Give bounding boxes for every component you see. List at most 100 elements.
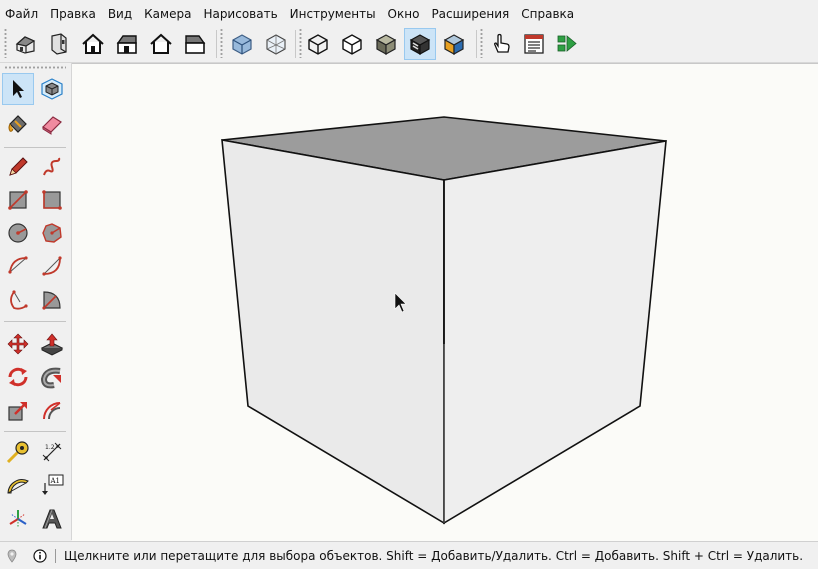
arc-icon: [8, 256, 28, 274]
menu-extensions[interactable]: Расширения: [425, 0, 515, 26]
model-viewport[interactable]: [72, 63, 818, 541]
back-view-button[interactable]: [145, 28, 177, 60]
xray-style-button[interactable]: [226, 28, 258, 60]
animation-play-icon: [557, 35, 577, 52]
text-label-icon: A1: [42, 474, 64, 495]
palette-separator: [4, 147, 66, 148]
palette-separator: [4, 431, 66, 432]
svg-text:1.2: 1.2: [45, 444, 55, 451]
toolbar-grip[interactable]: [4, 28, 7, 58]
shaded-textures-style-icon: [375, 34, 397, 56]
rotate-tool-button[interactable]: [2, 361, 34, 393]
rotated-rectangle-tool-button[interactable]: [36, 184, 68, 216]
menu-tools[interactable]: Инструменты: [284, 0, 382, 26]
animation-play-button[interactable]: [551, 28, 583, 60]
status-bar: Щелкните или перетащите для выбора объек…: [0, 541, 818, 569]
select-arrow-icon: [13, 80, 24, 98]
cube-model[interactable]: [72, 64, 818, 541]
select-tool-button[interactable]: [2, 73, 34, 105]
scale-icon: [8, 402, 27, 421]
offset-icon: [43, 402, 61, 420]
color-by-layer-style-button[interactable]: [438, 28, 470, 60]
cube-left-face[interactable]: [221, 139, 445, 525]
menu-help[interactable]: Справка: [515, 0, 580, 26]
geolocation-icon[interactable]: [5, 549, 19, 563]
two-point-arc-tool-button[interactable]: [36, 250, 68, 282]
palette-separator: [4, 321, 66, 322]
monochrome-style-button[interactable]: [404, 28, 436, 60]
protractor-icon: [7, 479, 29, 494]
polygon-tool-button[interactable]: [36, 217, 68, 249]
front-view-button[interactable]: [77, 28, 109, 60]
monochrome-style-icon: [409, 34, 431, 56]
left-view-icon: [185, 35, 206, 54]
pencil-icon: [9, 157, 28, 176]
paint-bucket-tool-button[interactable]: [2, 108, 34, 140]
menu-window[interactable]: Окно: [382, 0, 426, 26]
component-icon: [41, 78, 63, 100]
menu-camera[interactable]: Камера: [138, 0, 197, 26]
menu-draw[interactable]: Нарисовать: [197, 0, 283, 26]
eraser-tool-button[interactable]: [36, 108, 68, 140]
protractor-tool-button[interactable]: [2, 469, 34, 501]
text-tool-button[interactable]: A1: [36, 469, 68, 501]
tape-measure-icon: [6, 441, 29, 464]
generate-report-icon: [524, 34, 544, 54]
left-view-button[interactable]: [179, 28, 211, 60]
dimension-icon: 1.2: [42, 442, 62, 462]
circle-icon: [8, 223, 28, 243]
status-divider: [55, 548, 56, 563]
menu-edit[interactable]: Правка: [44, 0, 102, 26]
arc-tool-button[interactable]: [2, 250, 34, 282]
toolbar-grip[interactable]: [480, 28, 483, 58]
info-icon[interactable]: [33, 548, 47, 563]
three-point-arc-icon: [10, 290, 28, 310]
generate-report-button[interactable]: [518, 28, 550, 60]
three-point-arc-tool-button[interactable]: [2, 284, 34, 316]
make-component-tool-button[interactable]: [36, 73, 68, 105]
eraser-icon: [42, 116, 62, 135]
dimension-tool-button[interactable]: 1.2: [36, 436, 68, 468]
follow-me-tool-button[interactable]: [36, 361, 68, 393]
toolbar-separator: [216, 30, 217, 58]
wireframe-style-button[interactable]: [260, 28, 292, 60]
rotate-icon: [8, 367, 28, 387]
hidden-line-style-icon: [308, 34, 328, 55]
front-view-icon: [82, 33, 104, 54]
toolbar-grip[interactable]: [220, 28, 223, 58]
pie-tool-button[interactable]: [36, 284, 68, 316]
main-toolbar: [0, 26, 818, 63]
palette-grip[interactable]: [4, 66, 66, 69]
toolbar-separator: [295, 30, 296, 58]
freehand-tool-button[interactable]: [36, 151, 68, 183]
iso-view-button[interactable]: [10, 28, 42, 60]
rectangle-tool-button[interactable]: [2, 184, 34, 216]
rotated-rectangle-icon: [42, 190, 62, 210]
iso-view-icon: [15, 36, 36, 54]
axes-tool-button[interactable]: [2, 503, 34, 535]
shaded-style-button[interactable]: [336, 28, 368, 60]
back-view-icon: [150, 33, 172, 54]
move-arrows-icon: [7, 333, 29, 355]
tape-measure-tool-button[interactable]: [2, 436, 34, 468]
wireframe-style-icon: [266, 34, 286, 55]
color-style-icon: [443, 34, 465, 56]
scale-tool-button[interactable]: [2, 395, 34, 427]
menu-view[interactable]: Вид: [102, 0, 138, 26]
hidden-line-style-button[interactable]: [302, 28, 334, 60]
cube-right-face[interactable]: [443, 140, 667, 525]
line-tool-button[interactable]: [2, 151, 34, 183]
shaded-textures-style-button[interactable]: [370, 28, 402, 60]
offset-tool-button[interactable]: [36, 395, 68, 427]
3d-text-tool-button[interactable]: [36, 503, 68, 535]
menu-file[interactable]: Файл: [0, 0, 44, 26]
status-message: Щелкните или перетащите для выбора объек…: [64, 548, 804, 563]
interact-button[interactable]: [486, 28, 518, 60]
circle-tool-button[interactable]: [2, 217, 34, 249]
right-view-button[interactable]: [111, 28, 143, 60]
push-pull-tool-button[interactable]: [36, 328, 68, 360]
text-tool-caption: A1: [50, 477, 61, 485]
move-tool-button[interactable]: [2, 328, 34, 360]
shaded-style-icon: [342, 34, 362, 55]
top-view-button[interactable]: [43, 28, 75, 60]
